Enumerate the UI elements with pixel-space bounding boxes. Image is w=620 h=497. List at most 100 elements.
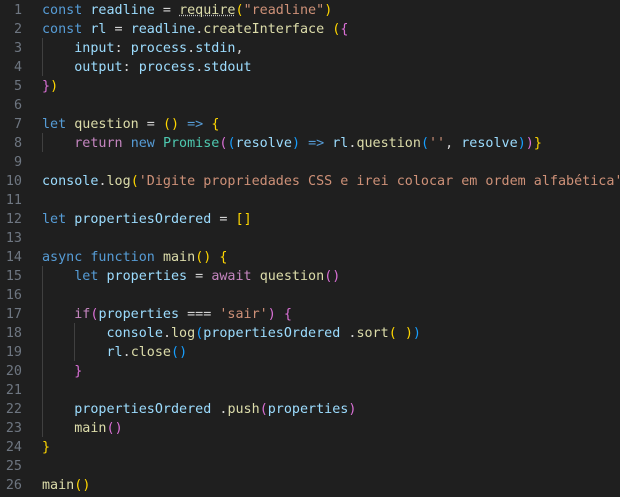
code-token: } (74, 364, 83, 379)
line-number: 23 (5, 421, 22, 436)
code-line[interactable]: 10 console.log('Digite propriedades CSS e… (0, 172, 620, 191)
code-line[interactable]: 21 (0, 381, 620, 400)
code-token: = (154, 3, 180, 18)
code-token: ] (243, 212, 252, 227)
line-number: 2 (13, 22, 22, 37)
code-line[interactable]: 13 (0, 229, 620, 248)
code-token: log (106, 174, 131, 189)
line-number: 7 (13, 117, 22, 132)
code-token: question (259, 269, 325, 284)
line-number: 15 (5, 269, 22, 284)
code-text[interactable]: return new Promise((resolve) => rl.quest… (42, 134, 542, 153)
code-line[interactable]: 15 let properties = await question() (0, 267, 620, 286)
code-token: = (211, 212, 236, 227)
code-line[interactable]: 8 return new Promise((resolve) => rl.que… (0, 134, 620, 153)
line-number: 16 (5, 288, 22, 303)
line-number: 8 (13, 136, 22, 151)
code-line[interactable]: 6 (0, 96, 620, 115)
code-text[interactable]: rl.close() (42, 343, 188, 362)
code-token: await (211, 269, 252, 284)
code-text[interactable]: const readline = require("readline") (42, 1, 332, 20)
line-number: 4 (13, 60, 22, 75)
code-token: propertiesOrdered (74, 402, 212, 417)
code-token: . (162, 326, 171, 341)
code-text[interactable]: } (42, 438, 50, 457)
code-token: 'sair' (219, 307, 268, 322)
code-text[interactable]: let propertiesOrdered = [] (42, 210, 252, 229)
code-editor[interactable]: 1 const readline = require("readline") 2 co… (0, 0, 620, 497)
code-text[interactable]: propertiesOrdered .push(properties) (42, 400, 356, 419)
code-text[interactable]: }) (42, 77, 58, 96)
code-token: const (42, 22, 83, 37)
code-token: rl (90, 22, 107, 37)
code-line[interactable]: 5}) (0, 77, 620, 96)
code-token: ( (171, 345, 180, 360)
code-line[interactable]: 25 (0, 457, 620, 476)
code-line[interactable]: 4 output: process.stdout (0, 58, 620, 77)
code-token: ) (324, 3, 333, 18)
code-token: } (42, 79, 51, 94)
code-text[interactable]: input: process.stdin, (42, 39, 243, 58)
code-token: ) (412, 326, 421, 341)
code-line[interactable]: 17 if(properties === 'sair') { (0, 305, 620, 324)
code-line[interactable]: 23 main() (0, 419, 620, 438)
code-line[interactable]: 12 let propertiesOrdered = [] (0, 210, 620, 229)
code-text[interactable]: let question = () => { (42, 115, 219, 134)
code-token: = (187, 269, 212, 284)
code-line[interactable]: 1 const readline = require("readline") (0, 1, 620, 20)
code-token: question (74, 117, 139, 132)
line-number: 14 (5, 250, 22, 265)
code-line[interactable]: 20 } (0, 362, 620, 381)
code-line[interactable]: 26 main() (0, 476, 620, 495)
code-line[interactable]: 11 (0, 191, 620, 210)
code-line[interactable]: 7 let question = () => { (0, 115, 620, 134)
code-text[interactable]: if(properties === 'sair') { (42, 305, 292, 324)
code-token: } (42, 440, 51, 455)
code-token: close (130, 345, 171, 360)
code-text[interactable]: async function main() { (42, 248, 227, 267)
code-text[interactable]: main() (42, 476, 90, 495)
code-text[interactable]: output: process.stdout (42, 58, 252, 77)
code-text[interactable]: main() (42, 419, 122, 438)
code-token: stdout (203, 60, 252, 75)
code-token: ) (82, 478, 91, 493)
code-line[interactable]: 3 input: process.stdin, (0, 39, 620, 58)
line-number: 12 (5, 212, 22, 227)
code-line[interactable]: 2 const rl = readline.createInterface ({ (0, 20, 620, 39)
code-line[interactable]: 16 (0, 286, 620, 305)
code-text[interactable]: } (42, 362, 82, 381)
code-token: 'Digite propriedades CSS e irei colocar … (138, 174, 620, 189)
code-token: => (187, 117, 204, 132)
code-text[interactable]: let properties = await question() (42, 267, 340, 286)
code-line[interactable]: 14 async function main() { (0, 248, 620, 267)
code-text[interactable]: const rl = readline.createInterface ({ (42, 20, 348, 39)
code-line[interactable]: 24} (0, 438, 620, 457)
code-token: function (90, 250, 155, 265)
code-text[interactable]: console.log('Digite propriedades CSS e i… (42, 172, 620, 191)
code-line[interactable]: 18 console.log(propertiesOrdered .sort( … (0, 324, 620, 343)
line-number: 13 (5, 231, 22, 246)
code-token: sort (356, 326, 389, 341)
code-token: const (42, 3, 83, 18)
line-number: 20 (5, 364, 22, 379)
code-token: rl (332, 136, 349, 151)
line-number: 9 (13, 155, 22, 170)
code-line[interactable]: 19 rl.close() (0, 343, 620, 362)
code-line[interactable]: 9 (0, 153, 620, 172)
code-line[interactable]: 22 propertiesOrdered .push(properties) (0, 400, 620, 419)
line-number: 21 (5, 383, 22, 398)
line-number: 22 (5, 402, 22, 417)
code-token: ) (517, 136, 526, 151)
code-token: => (308, 136, 325, 151)
code-token: : (122, 60, 139, 75)
code-token: ) (291, 136, 300, 151)
code-token: propertiesOrdered (203, 326, 341, 341)
code-text[interactable]: console.log(propertiesOrdered .sort( )) (42, 324, 421, 343)
code-token: ) (525, 136, 534, 151)
